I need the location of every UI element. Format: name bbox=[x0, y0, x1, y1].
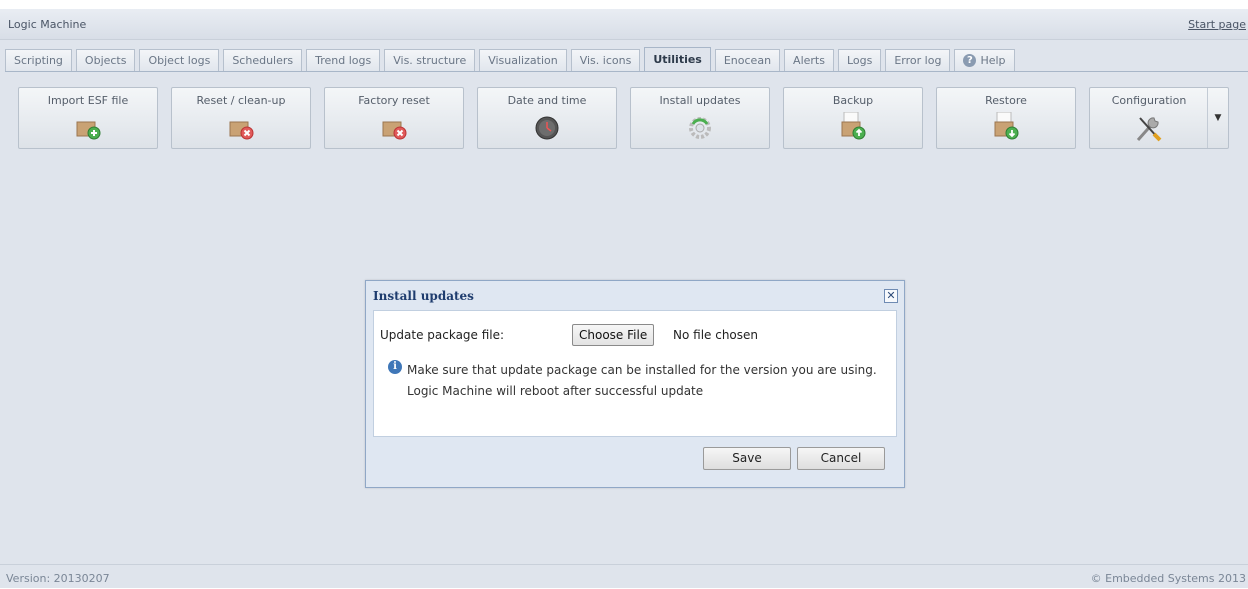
backup-button[interactable]: Backup bbox=[783, 87, 923, 149]
restore-button[interactable]: Restore bbox=[936, 87, 1076, 149]
tab-object-logs[interactable]: Object logs bbox=[139, 49, 220, 71]
tool-label: Backup bbox=[832, 94, 874, 107]
tab-label: Trend logs bbox=[315, 54, 372, 67]
help-icon: ? bbox=[963, 54, 977, 67]
app-window: Logic Machine Start page Scripting Objec… bbox=[0, 9, 1248, 588]
tool-label: Factory reset bbox=[358, 94, 430, 107]
date-time-button[interactable]: Date and time bbox=[477, 87, 617, 149]
tab-label: Enocean bbox=[723, 54, 772, 67]
install-updates-dialog: Install updates ✕ Update package file: C… bbox=[365, 280, 905, 488]
tab-label: Vis. structure bbox=[393, 54, 467, 67]
tab-vis-structure[interactable]: Vis. structure bbox=[384, 49, 476, 71]
version-text: Version: 20130207 bbox=[6, 572, 110, 585]
tab-help[interactable]: ? Help bbox=[954, 49, 1015, 71]
top-bar: Logic Machine Start page bbox=[0, 9, 1248, 40]
tab-alerts[interactable]: Alerts bbox=[784, 49, 834, 71]
box-download-icon bbox=[994, 112, 1019, 140]
chevron-down-icon[interactable]: ▼ bbox=[1207, 88, 1228, 148]
box-upload-icon bbox=[841, 112, 866, 140]
tab-utilities[interactable]: Utilities bbox=[644, 47, 711, 71]
tool-label: Import ESF file bbox=[47, 94, 129, 107]
tab-label: Schedulers bbox=[232, 54, 294, 67]
start-page-link[interactable]: Start page bbox=[1188, 18, 1246, 31]
utilities-toolbar: Import ESF file Reset / clean-up Factory… bbox=[18, 87, 1238, 151]
file-status-text: No file chosen bbox=[673, 328, 759, 342]
tab-label: Error log bbox=[894, 54, 942, 67]
factory-reset-button[interactable]: Factory reset bbox=[324, 87, 464, 149]
tab-label: Objects bbox=[84, 54, 127, 67]
info-icon: i bbox=[388, 360, 402, 374]
dialog-title: Install updates bbox=[373, 289, 474, 303]
tab-label: Visualization bbox=[488, 54, 558, 67]
box-add-icon bbox=[76, 121, 101, 140]
tab-visualization[interactable]: Visualization bbox=[479, 49, 567, 71]
tab-trend-logs[interactable]: Trend logs bbox=[306, 49, 381, 71]
tool-label: Reset / clean-up bbox=[196, 94, 286, 107]
app-title: Logic Machine bbox=[8, 18, 87, 31]
tab-schedulers[interactable]: Schedulers bbox=[223, 49, 303, 71]
dialog-body: Update package file: Choose File No file… bbox=[373, 310, 897, 437]
box-remove-icon bbox=[229, 121, 254, 140]
import-esf-button[interactable]: Import ESF file bbox=[18, 87, 158, 149]
main-tabs: Scripting Objects Object logs Schedulers… bbox=[5, 47, 1248, 72]
gear-refresh-icon bbox=[689, 117, 711, 139]
reset-cleanup-button[interactable]: Reset / clean-up bbox=[171, 87, 311, 149]
close-icon[interactable]: ✕ bbox=[884, 289, 898, 303]
save-button[interactable]: Save bbox=[703, 447, 791, 470]
tool-label: Date and time bbox=[507, 94, 587, 107]
tab-label: Help bbox=[980, 54, 1006, 67]
tools-icon bbox=[1136, 117, 1162, 142]
tab-scripting[interactable]: Scripting bbox=[5, 49, 72, 71]
configuration-button[interactable]: Configuration ▼ bbox=[1089, 87, 1229, 149]
clock-icon bbox=[535, 116, 559, 140]
tool-label: Restore bbox=[985, 94, 1027, 107]
update-package-label: Update package file: bbox=[380, 328, 505, 342]
tab-vis-icons[interactable]: Vis. icons bbox=[570, 49, 641, 71]
tab-label: Object logs bbox=[148, 54, 211, 67]
tab-logs[interactable]: Logs bbox=[837, 49, 882, 71]
tab-error-log[interactable]: Error log bbox=[885, 49, 951, 71]
tool-label: Configuration bbox=[1111, 94, 1187, 107]
tab-label: Utilities bbox=[653, 53, 702, 66]
tab-enocean[interactable]: Enocean bbox=[714, 49, 781, 71]
tool-label: Install updates bbox=[659, 94, 741, 107]
tab-label: Scripting bbox=[14, 54, 63, 67]
tab-label: Logs bbox=[846, 54, 873, 67]
info-message: Make sure that update package can be ins… bbox=[407, 363, 877, 398]
tab-label: Vis. icons bbox=[579, 54, 632, 67]
footer: Version: 20130207 © Embedded Systems 201… bbox=[0, 564, 1248, 589]
tab-objects[interactable]: Objects bbox=[75, 49, 136, 71]
cancel-button[interactable]: Cancel bbox=[797, 447, 885, 470]
install-updates-button[interactable]: Install updates bbox=[630, 87, 770, 149]
choose-file-button[interactable]: Choose File bbox=[572, 324, 655, 346]
copyright-text: © Embedded Systems 2013 bbox=[1090, 572, 1246, 585]
tab-label: Alerts bbox=[793, 54, 825, 67]
box-remove-icon bbox=[382, 121, 407, 140]
